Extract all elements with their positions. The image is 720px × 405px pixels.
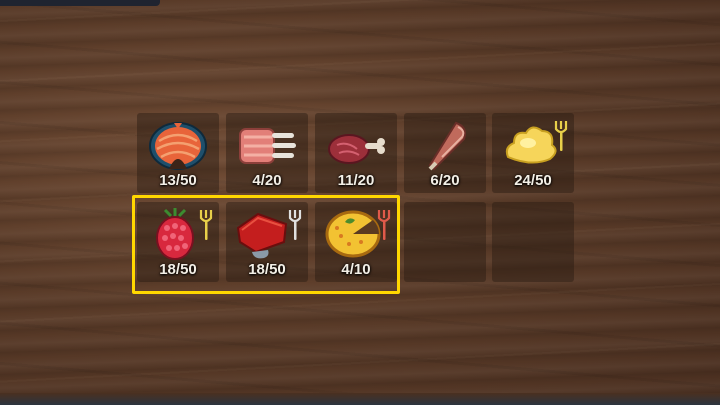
fork-icon (554, 121, 568, 151)
slot-count: 6/20 (430, 172, 460, 189)
inventory-slot-honey-butter[interactable]: 24/50 (492, 113, 574, 193)
inventory-slot-empty[interactable] (404, 202, 486, 282)
deer-meat-icon (428, 121, 466, 171)
slot-count: 11/20 (337, 172, 375, 189)
inventory-slot-empty[interactable] (492, 202, 574, 282)
slot-count: 13/50 (159, 172, 197, 189)
slot-count: 24/50 (514, 172, 552, 189)
inventory-grid: 13/50 4/20 11/20 6/20 24/50 18/50 18/50 … (0, 0, 720, 405)
slot-count: 4/20 (252, 172, 282, 189)
raw-meat-icon (328, 134, 385, 164)
selection-highlight (132, 195, 400, 294)
inventory-slot-serpent-meat[interactable]: 13/50 (137, 113, 219, 193)
inventory-slot-lox-ribs[interactable]: 4/20 (226, 113, 308, 193)
inventory-slot-deer-meat[interactable]: 6/20 (404, 113, 486, 193)
serpent-meat-icon (149, 122, 207, 170)
inventory-slot-raw-meat[interactable]: 11/20 (315, 113, 397, 193)
ribs-icon (239, 128, 296, 164)
